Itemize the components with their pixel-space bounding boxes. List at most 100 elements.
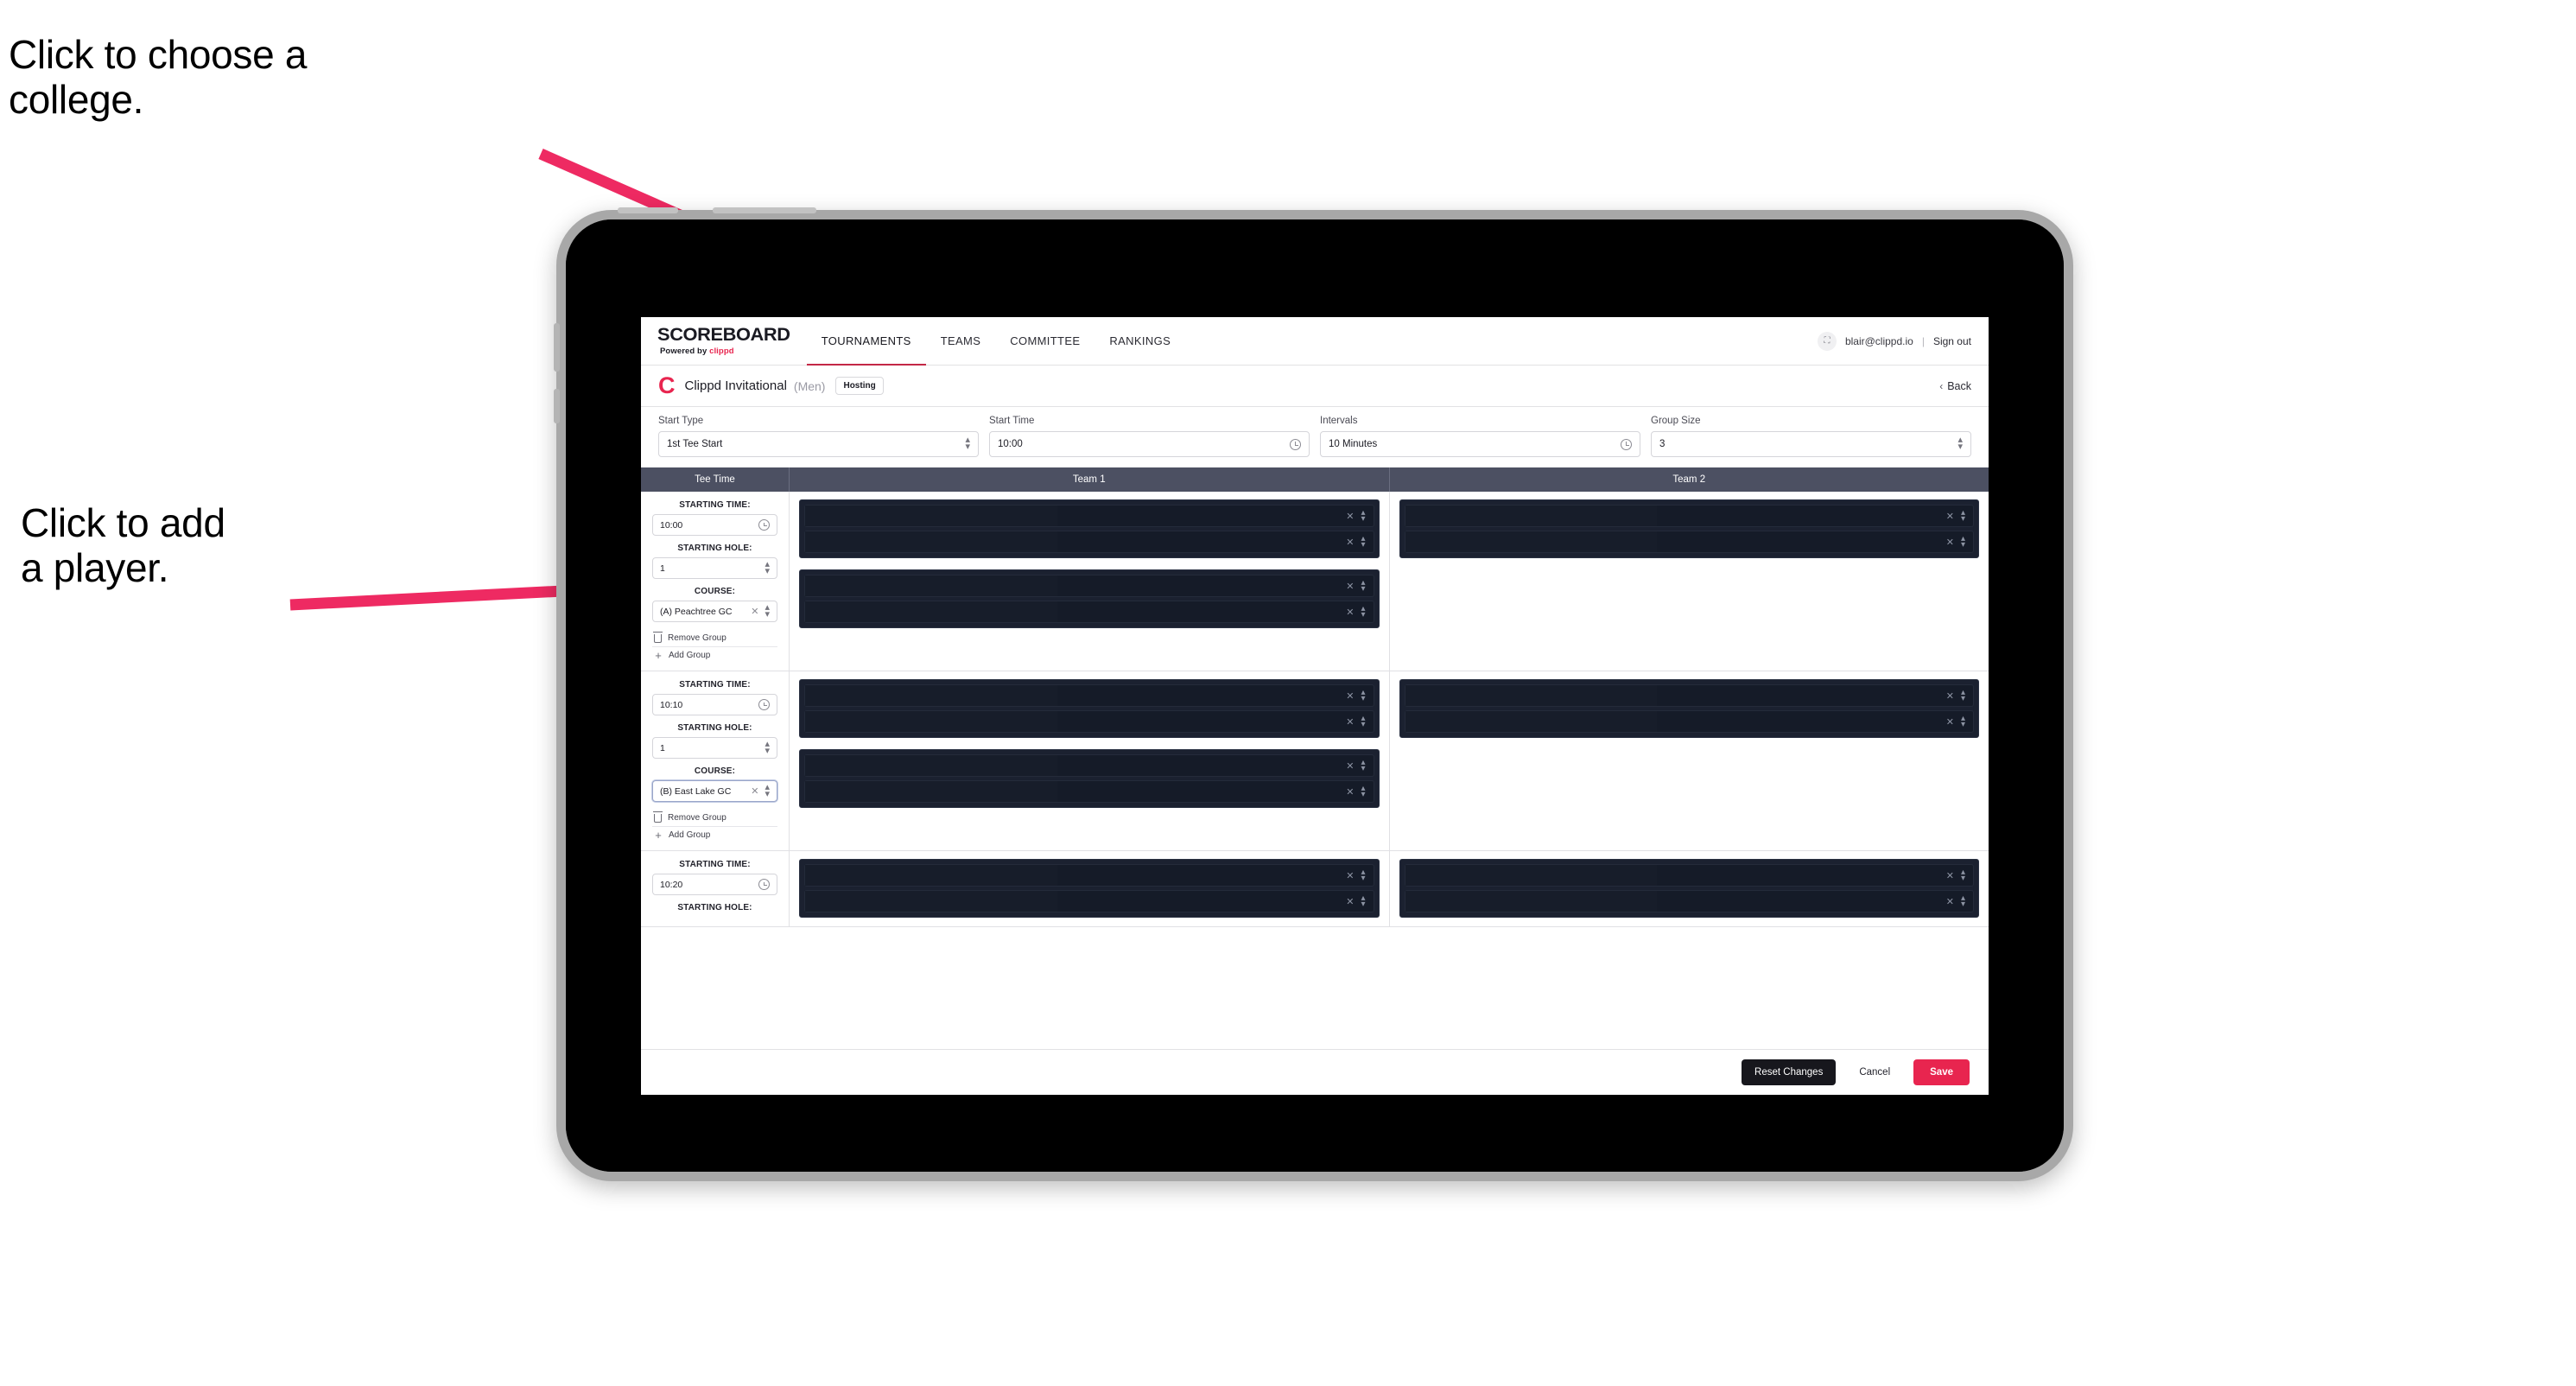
player-row[interactable]: ✕ ▴ ▾ — [1404, 505, 1974, 527]
table-row: STARTING TIME: 10:10 STARTING HOLE: 1 ▴ ▾… — [641, 671, 1989, 851]
remove-group-button[interactable]: Remove Group — [652, 630, 777, 647]
stepper-icon[interactable]: ▴ ▾ — [765, 782, 770, 798]
starting-time-input[interactable]: 10:10 — [652, 694, 777, 715]
stepper-icon[interactable]: ▴ ▾ — [765, 739, 770, 755]
clock-icon[interactable] — [758, 519, 770, 531]
remove-player-icon[interactable]: ✕ — [1946, 511, 1954, 522]
nav-tab-rankings[interactable]: RANKINGS — [1094, 317, 1185, 366]
nav-tab-teams[interactable]: TEAMS — [926, 317, 996, 366]
group-size-stepper[interactable]: 3 ▴ ▾ — [1651, 431, 1971, 457]
clear-course-icon[interactable]: ✕ — [751, 785, 758, 797]
player-row[interactable]: ✕ ▴ ▾ — [1404, 864, 1974, 887]
course-select[interactable]: (A) Peachtree GC ✕ ▴ ▾ — [652, 601, 777, 622]
stepper-icon[interactable]: ▴ ▾ — [1961, 868, 1965, 883]
remove-player-icon[interactable]: ✕ — [1346, 786, 1354, 798]
stepper-icon[interactable]: ▴ ▾ — [1961, 689, 1965, 703]
starting-hole-stepper[interactable]: 1 ▴ ▾ — [652, 557, 777, 579]
starting-time-value: 10:20 — [660, 879, 683, 890]
remove-player-icon[interactable]: ✕ — [1346, 896, 1354, 907]
remove-player-icon[interactable]: ✕ — [1346, 716, 1354, 728]
stepper-icon[interactable]: ▴ ▾ — [1361, 759, 1365, 773]
stepper-icon[interactable]: ▴ ▾ — [1361, 535, 1365, 550]
remove-player-icon[interactable]: ✕ — [1346, 607, 1354, 618]
remove-group-button[interactable]: Remove Group — [652, 810, 777, 827]
clock-icon[interactable] — [1621, 438, 1632, 450]
stepper-icon[interactable]: ▴ ▾ — [1961, 894, 1965, 909]
stepper-icon[interactable]: ▴ ▾ — [1361, 785, 1365, 799]
avatar[interactable]: ⛶ — [1817, 331, 1837, 351]
remove-player-icon[interactable]: ✕ — [1346, 760, 1354, 772]
cancel-button[interactable]: Cancel — [1848, 1059, 1901, 1085]
stepper-icon[interactable]: ▴ ▾ — [1961, 509, 1965, 524]
player-row[interactable]: ✕ ▴ ▾ — [804, 531, 1374, 553]
nav-tab-tournaments[interactable]: TOURNAMENTS — [806, 317, 926, 366]
player-row[interactable]: ✕ ▴ ▾ — [1404, 684, 1974, 707]
player-row[interactable]: ✕ ▴ ▾ — [1404, 890, 1974, 912]
stepper-icon[interactable]: ▴ ▾ — [765, 559, 770, 575]
remove-player-icon[interactable]: ✕ — [1946, 690, 1954, 702]
stepper-icon[interactable]: ▴ ▾ — [1361, 689, 1365, 703]
player-row[interactable]: ✕ ▴ ▾ — [804, 575, 1374, 597]
stepper-icon[interactable]: ▴ ▾ — [765, 602, 770, 619]
course-select[interactable]: (B) East Lake GC ✕ ▴ ▾ — [652, 780, 777, 802]
tee-sheet-table-body[interactable]: STARTING TIME: 10:00 STARTING HOLE: 1 ▴ ▾… — [641, 492, 1989, 1050]
save-button[interactable]: Save — [1913, 1059, 1970, 1085]
start-type-select[interactable]: 1st Tee Start ▴ ▾ — [658, 431, 979, 457]
remove-player-icon[interactable]: ✕ — [1946, 537, 1954, 548]
player-row[interactable]: ✕ ▴ ▾ — [804, 601, 1374, 623]
stepper-icon[interactable]: ▴ ▾ — [965, 436, 970, 452]
add-group-button[interactable]: + Add Group — [652, 827, 777, 843]
player-row[interactable]: ✕ ▴ ▾ — [804, 754, 1374, 777]
clock-icon[interactable] — [1290, 438, 1301, 450]
reset-changes-button[interactable]: Reset Changes — [1742, 1059, 1837, 1085]
control-start-type: Start Type 1st Tee Start ▴ ▾ — [653, 416, 984, 457]
stepper-icon[interactable]: ▴ ▾ — [1361, 868, 1365, 883]
remove-player-icon[interactable]: ✕ — [1346, 537, 1354, 548]
player-name-redacted — [1405, 685, 1658, 706]
starting-hole-stepper[interactable]: 1 ▴ ▾ — [652, 737, 777, 759]
player-row[interactable]: ✕ ▴ ▾ — [804, 890, 1374, 912]
control-group-size: Group Size 3 ▴ ▾ — [1646, 416, 1976, 457]
stepper-icon[interactable]: ▴ ▾ — [1361, 509, 1365, 524]
remove-player-icon[interactable]: ✕ — [1346, 690, 1354, 702]
scoreboard-app-window: SCOREBOARD Powered by clippd TOURNAMENTS… — [641, 317, 1989, 1095]
start-time-input[interactable]: 10:00 — [989, 431, 1310, 457]
player-row[interactable]: ✕ ▴ ▾ — [804, 505, 1374, 527]
stepper-icon[interactable]: ▴ ▾ — [1961, 715, 1965, 729]
clock-icon[interactable] — [758, 699, 770, 710]
remove-player-icon[interactable]: ✕ — [1946, 716, 1954, 728]
stepper-icon[interactable]: ▴ ▾ — [1361, 605, 1365, 620]
remove-player-icon[interactable]: ✕ — [1346, 511, 1354, 522]
stepper-icon[interactable]: ▴ ▾ — [1961, 535, 1965, 550]
team-2-cell: ✕ ▴ ▾ ✕ ▴ ▾ — [1390, 671, 1989, 850]
scoreboard-logo[interactable]: SCOREBOARD Powered by clippd — [641, 317, 807, 365]
intervals-input[interactable]: 10 Minutes — [1320, 431, 1640, 457]
add-group-button[interactable]: + Add Group — [652, 647, 777, 664]
starting-time-input[interactable]: 10:20 — [652, 874, 777, 895]
remove-player-icon[interactable]: ✕ — [1346, 581, 1354, 592]
remove-player-icon[interactable]: ✕ — [1346, 870, 1354, 881]
player-name-redacted — [1405, 891, 1658, 912]
remove-player-icon[interactable]: ✕ — [1946, 896, 1954, 907]
stepper-icon[interactable]: ▴ ▾ — [1361, 715, 1365, 729]
remove-player-icon[interactable]: ✕ — [1946, 870, 1954, 881]
clear-course-icon[interactable]: ✕ — [751, 606, 758, 617]
player-group: ✕ ▴ ▾ ✕ ▴ ▾ — [799, 499, 1380, 558]
logo-tagline-prefix: Powered by — [660, 346, 710, 356]
player-row[interactable]: ✕ ▴ ▾ — [804, 710, 1374, 733]
stepper-icon[interactable]: ▴ ▾ — [1361, 894, 1365, 909]
player-row[interactable]: ✕ ▴ ▾ — [1404, 531, 1974, 553]
stepper-icon[interactable]: ▴ ▾ — [1361, 579, 1365, 594]
back-button[interactable]: ‹ Back — [1939, 380, 1971, 392]
stepper-icon[interactable]: ▴ ▾ — [1957, 436, 1963, 452]
player-row[interactable]: ✕ ▴ ▾ — [804, 864, 1374, 887]
starting-time-input[interactable]: 10:00 — [652, 514, 777, 536]
player-row[interactable]: ✕ ▴ ▾ — [804, 684, 1374, 707]
sign-out-link[interactable]: Sign out — [1933, 335, 1971, 347]
nav-tab-committee[interactable]: COMMITTEE — [995, 317, 1094, 366]
player-row[interactable]: ✕ ▴ ▾ — [804, 780, 1374, 803]
clock-icon[interactable] — [758, 879, 770, 890]
player-row[interactable]: ✕ ▴ ▾ — [1404, 710, 1974, 733]
trash-icon — [653, 631, 663, 643]
back-button-label: Back — [1947, 379, 1971, 392]
